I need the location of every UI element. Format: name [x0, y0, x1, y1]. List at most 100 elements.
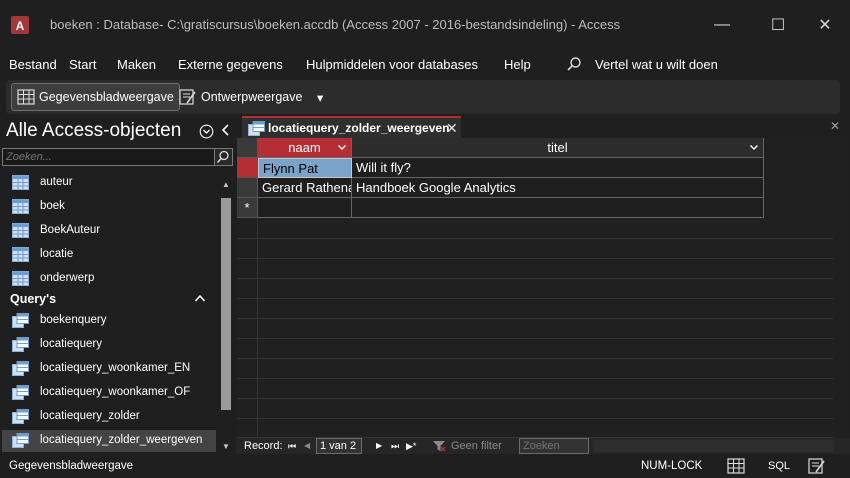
- menu-hulpmiddelen[interactable]: Hulpmiddelen voor databases: [306, 57, 478, 72]
- nav-item-table-boekauteur[interactable]: BoekAuteur: [2, 220, 216, 242]
- query-icon: [12, 337, 29, 352]
- gridline: [237, 298, 833, 299]
- close-document-icon[interactable]: ✕: [830, 119, 840, 133]
- design-view-button[interactable]: Ontwerpweergave: [174, 83, 307, 111]
- cell-titel[interactable]: Will it fly?: [352, 158, 764, 178]
- record-label: Record:: [244, 440, 283, 452]
- datasheet-icon: [17, 89, 35, 105]
- access-app-icon[interactable]: A: [9, 14, 31, 36]
- numlock-indicator: NUM-LOCK: [641, 460, 703, 472]
- minimize-button[interactable]: —: [707, 10, 737, 40]
- nav-group-queries[interactable]: Query's: [10, 292, 56, 306]
- select-all-corner[interactable]: [237, 138, 258, 158]
- nav-item-table-locatie[interactable]: locatie: [2, 244, 216, 266]
- table-icon: [12, 223, 29, 238]
- dropdown-arrow-icon[interactable]: [749, 142, 759, 152]
- gridline: [237, 238, 833, 239]
- record-navigation-bar: Record: ⏮ ◀ 1 van 2 ▶ ⏭ ▶* Geen filter: [236, 438, 850, 454]
- nav-item-query-zolder[interactable]: locatiequery_zolder: [2, 406, 216, 428]
- nav-item-label: locatie: [40, 248, 74, 260]
- nav-item-query-boekenquery[interactable]: boekenquery: [2, 310, 216, 332]
- status-view-text: Gegevensbladweergave: [9, 460, 134, 472]
- nav-search-button[interactable]: [215, 148, 233, 166]
- cell-naam[interactable]: Gerard Rathenau: [258, 178, 352, 198]
- dropdown-arrow-icon[interactable]: [337, 142, 347, 152]
- table-icon: [12, 271, 29, 286]
- datasheet-view-icon[interactable]: [727, 458, 745, 474]
- horizontal-scrollbar[interactable]: [593, 440, 833, 452]
- svg-text:A: A: [16, 19, 25, 33]
- next-record-button[interactable]: ▶: [376, 441, 382, 450]
- table-icon: [12, 247, 29, 262]
- new-record-selector[interactable]: *: [237, 198, 258, 218]
- query-icon: [248, 121, 265, 136]
- current-record-field[interactable]: 1 van 2: [316, 438, 362, 454]
- nav-item-label: boek: [40, 200, 65, 212]
- nav-item-table-boek[interactable]: boek: [2, 196, 216, 218]
- datasheet-view-label: Gegevensbladweergave: [39, 90, 174, 104]
- search-icon: [216, 150, 229, 163]
- last-record-button[interactable]: ⏭: [391, 441, 399, 452]
- nav-item-table-auteur[interactable]: auteur: [2, 172, 216, 194]
- query-icon: [12, 313, 29, 328]
- collapse-pane-icon[interactable]: [219, 122, 231, 138]
- document-tabs: locatiequery_zolder_weergeven ✕ ✕: [236, 116, 850, 138]
- gridline-vertical: [257, 218, 258, 438]
- status-bar: Gegevensbladweergave NUM-LOCK SQL: [0, 454, 850, 478]
- menu-externe-gegevens[interactable]: Externe gegevens: [178, 57, 283, 72]
- scroll-up-icon[interactable]: ▲: [220, 180, 232, 190]
- filter-label: Geen filter: [451, 440, 502, 452]
- row-selector-current[interactable]: [237, 158, 258, 178]
- row-selector[interactable]: [237, 178, 258, 198]
- column-header-titel[interactable]: titel: [352, 138, 764, 158]
- first-record-button[interactable]: ⏮: [288, 441, 296, 452]
- datasheet-view-button[interactable]: Gegevensbladweergave: [11, 83, 180, 111]
- previous-record-button[interactable]: ◀: [304, 441, 310, 450]
- nav-item-query-locatiequery[interactable]: locatiequery: [2, 334, 216, 356]
- nav-scrollbar[interactable]: ▲ ▼: [218, 176, 234, 454]
- table-icon: [12, 199, 29, 214]
- gridline: [237, 358, 833, 359]
- new-cell-titel[interactable]: [352, 198, 764, 218]
- record-search-input[interactable]: [519, 438, 589, 454]
- nav-search-input[interactable]: [2, 148, 215, 166]
- query-icon: [12, 385, 29, 400]
- nav-item-query-woonkamer-en[interactable]: locatiequery_woonkamer_EN: [2, 358, 216, 380]
- maximize-button[interactable]: ☐: [763, 10, 793, 40]
- design-view-icon: [179, 89, 196, 105]
- menu-bestand[interactable]: Bestand: [9, 57, 57, 72]
- nav-menu-chevron-icon[interactable]: [199, 124, 214, 139]
- cell-titel[interactable]: Handboek Google Analytics: [352, 178, 764, 198]
- nav-item-table-onderwerp[interactable]: onderwerp: [2, 268, 216, 290]
- ribbon-more-button[interactable]: ▾: [312, 83, 328, 111]
- gridline: [237, 378, 833, 379]
- window-title: boeken : Database- C:\gratiscursus\boeke…: [50, 17, 621, 32]
- close-button[interactable]: ✕: [810, 10, 840, 40]
- scroll-down-icon[interactable]: ▼: [220, 442, 232, 452]
- gridline: [237, 398, 833, 399]
- query-icon: [12, 361, 29, 376]
- sql-view-button[interactable]: SQL: [768, 460, 790, 472]
- filter-toggle[interactable]: Geen filter: [430, 438, 514, 454]
- tell-me-box[interactable]: Vertel wat u wilt doen: [595, 57, 718, 72]
- close-tab-icon[interactable]: ✕: [446, 120, 458, 137]
- navigation-pane: Alle Access-objecten auteur boek BoekAut…: [0, 116, 236, 454]
- column-header-naam[interactable]: naam: [258, 138, 352, 158]
- design-view-icon[interactable]: [808, 458, 826, 474]
- nav-scroll-thumb[interactable]: [221, 198, 231, 410]
- new-cell-naam[interactable]: [258, 198, 352, 218]
- cell-naam[interactable]: Flynn Pat: [258, 158, 352, 178]
- query-icon: [12, 409, 29, 424]
- tab-locatiequery-zolder-weergeven[interactable]: locatiequery_zolder_weergeven ✕: [242, 116, 461, 138]
- gridline: [237, 338, 833, 339]
- nav-item-query-zolder-weergeven[interactable]: locatiequery_zolder_weergeven: [2, 430, 216, 452]
- chevron-up-icon[interactable]: [194, 293, 206, 303]
- nav-pane-title[interactable]: Alle Access-objecten: [6, 120, 181, 142]
- menu-maken[interactable]: Maken: [117, 57, 156, 72]
- document-area: locatiequery_zolder_weergeven ✕ ✕ naam t…: [236, 116, 850, 454]
- nav-item-query-woonkamer-of[interactable]: locatiequery_woonkamer_OF: [2, 382, 216, 404]
- menu-help[interactable]: Help: [504, 57, 531, 72]
- title-bar: A boeken : Database- C:\gratiscursus\boe…: [0, 0, 850, 50]
- new-record-button[interactable]: ▶*: [406, 441, 416, 452]
- menu-start[interactable]: Start: [69, 57, 96, 72]
